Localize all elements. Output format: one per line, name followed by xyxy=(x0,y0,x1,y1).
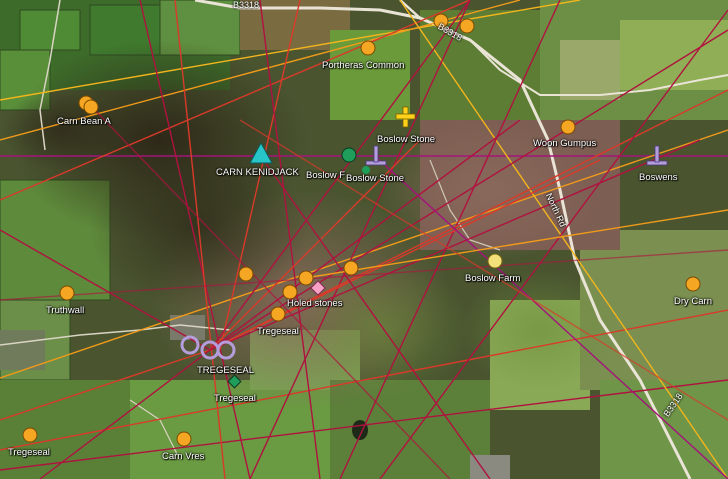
satellite-map-view[interactable]: B3318 B3318 North Rd B3318 Portheras Com… xyxy=(0,0,728,479)
site-marker[interactable] xyxy=(343,260,359,276)
map-canvas[interactable] xyxy=(0,0,728,479)
boslow-farm-marker[interactable] xyxy=(487,253,503,269)
site-marker[interactable] xyxy=(238,266,254,282)
label-tregeseal-caps: TREGESEAL xyxy=(197,365,255,376)
site-marker[interactable] xyxy=(176,431,192,447)
label-carn-vres: Carn Vres xyxy=(162,451,205,462)
site-marker[interactable] xyxy=(685,276,701,292)
site-marker[interactable] xyxy=(360,40,376,56)
green-circle-marker-icon[interactable] xyxy=(341,147,357,163)
site-marker[interactable] xyxy=(22,427,38,443)
label-woon-gumpus: Woon Gumpus xyxy=(533,138,597,149)
label-truthwall: Truthwall xyxy=(46,305,85,316)
label-carn-bean-a: Carn Bean A xyxy=(57,116,111,127)
label-boslow-stone-cross: Boslow Stone xyxy=(377,134,436,145)
site-marker[interactable] xyxy=(560,119,576,135)
label-boswens: Boswens xyxy=(639,172,678,183)
site-marker[interactable] xyxy=(83,99,99,115)
label-holed-stones: Holed stones xyxy=(287,298,343,309)
road-label-b3318-top: B3318 xyxy=(233,0,260,10)
terrain-imagery xyxy=(0,0,728,479)
label-tregeseal-left: Tregeseal xyxy=(8,447,50,458)
site-marker[interactable] xyxy=(282,284,298,300)
label-tregeseal-green: Tregeseal xyxy=(214,393,256,404)
label-dry-carn: Dry Carn xyxy=(674,296,713,307)
label-tregeseal-small: Tregeseal xyxy=(257,326,299,337)
label-boslow-farm: Boslow Farm xyxy=(465,273,521,284)
site-marker[interactable] xyxy=(459,18,475,34)
label-boslow-f: Boslow F xyxy=(306,170,346,181)
label-boslow-stone: Boslow Stone xyxy=(346,173,405,184)
label-portheras-common: Portheras Common xyxy=(322,60,405,71)
label-carn-kenidjack: CARN KENIDJACK xyxy=(216,167,299,178)
site-marker[interactable] xyxy=(59,285,75,301)
site-marker[interactable] xyxy=(270,306,286,322)
site-marker[interactable] xyxy=(298,270,314,286)
